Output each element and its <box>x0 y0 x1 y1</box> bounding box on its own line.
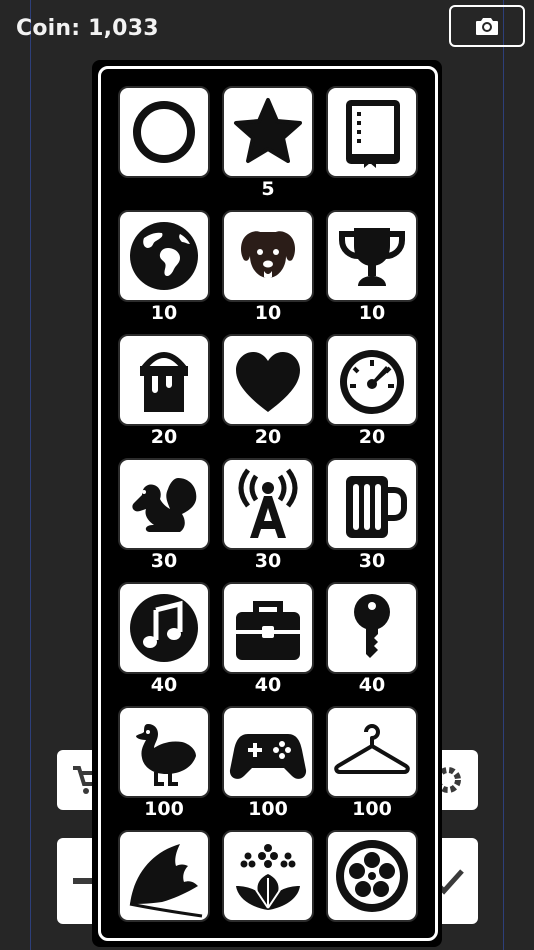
shop-item-broadcast-tower[interactable] <box>222 458 314 550</box>
shop-item-duck[interactable] <box>118 706 210 798</box>
shop-item-squirrel[interactable] <box>118 458 210 550</box>
camera-icon <box>476 18 498 35</box>
coin-counter: Coin: 1,033 <box>16 16 159 41</box>
heart-icon <box>236 352 300 412</box>
shop-item-toolbox[interactable] <box>222 582 314 674</box>
shop-item-hanger[interactable] <box>326 706 418 798</box>
shop-item-flower-crest[interactable] <box>326 830 418 922</box>
price-squirrel: 30 <box>150 550 178 572</box>
squirrel-icon <box>132 478 197 532</box>
flower-crest-icon <box>336 840 408 912</box>
shop-item-speedometer[interactable] <box>326 334 418 426</box>
paint-bucket-icon <box>140 352 188 412</box>
price-hanger: 100 <box>352 798 392 820</box>
star-icon <box>234 98 302 163</box>
price-heart: 20 <box>254 426 282 448</box>
price-dog: 10 <box>254 302 282 324</box>
shop-item-paulownia-crest[interactable] <box>222 830 314 922</box>
key-icon <box>354 594 390 658</box>
price-music-note: 40 <box>150 674 178 696</box>
price-paint-bucket: 20 <box>150 426 178 448</box>
price-speedometer: 20 <box>358 426 386 448</box>
globe-icon <box>130 222 198 290</box>
price-key: 40 <box>358 674 386 696</box>
shop-item-book[interactable] <box>326 86 418 178</box>
shop-item-ginkgo-leaf[interactable] <box>118 830 210 922</box>
price-gamepad: 100 <box>248 798 288 820</box>
speedometer-icon <box>340 350 404 414</box>
shop-item-globe[interactable] <box>118 210 210 302</box>
guide-line-right <box>503 0 504 950</box>
shop-item-beer-mug[interactable] <box>326 458 418 550</box>
circle-icon <box>133 101 195 163</box>
book-icon <box>346 100 400 168</box>
music-note-icon <box>130 594 198 662</box>
shop-item-dog[interactable] <box>222 210 314 302</box>
shop-item-music-note[interactable] <box>118 582 210 674</box>
shop-item-key[interactable] <box>326 582 418 674</box>
trophy-icon <box>339 228 405 286</box>
gamepad-icon <box>229 734 307 779</box>
shop-item-circle[interactable] <box>118 86 210 178</box>
price-duck: 100 <box>144 798 184 820</box>
toolbox-icon <box>236 601 300 660</box>
price-toolbox: 40 <box>254 674 282 696</box>
price-globe: 10 <box>150 302 178 324</box>
hanger-icon <box>334 724 410 774</box>
broadcast-tower-icon <box>238 468 298 538</box>
duck-icon <box>136 724 196 786</box>
ginkgo-leaf-icon <box>129 844 203 918</box>
camera-button[interactable] <box>449 5 525 47</box>
beer-mug-icon <box>346 476 407 538</box>
shop-item-heart[interactable] <box>222 334 314 426</box>
paulownia-crest-icon <box>236 844 300 910</box>
price-trophy: 10 <box>358 302 386 324</box>
shop-item-star[interactable] <box>222 86 314 178</box>
price-beer-mug: 30 <box>358 550 386 572</box>
shop-item-gamepad[interactable] <box>222 706 314 798</box>
shop-item-trophy[interactable] <box>326 210 418 302</box>
price-star: 5 <box>261 178 275 200</box>
guide-line-left <box>30 0 31 950</box>
price-broadcast-tower: 30 <box>254 550 282 572</box>
shop-item-paint-bucket[interactable] <box>118 334 210 426</box>
dog-icon <box>241 231 295 279</box>
